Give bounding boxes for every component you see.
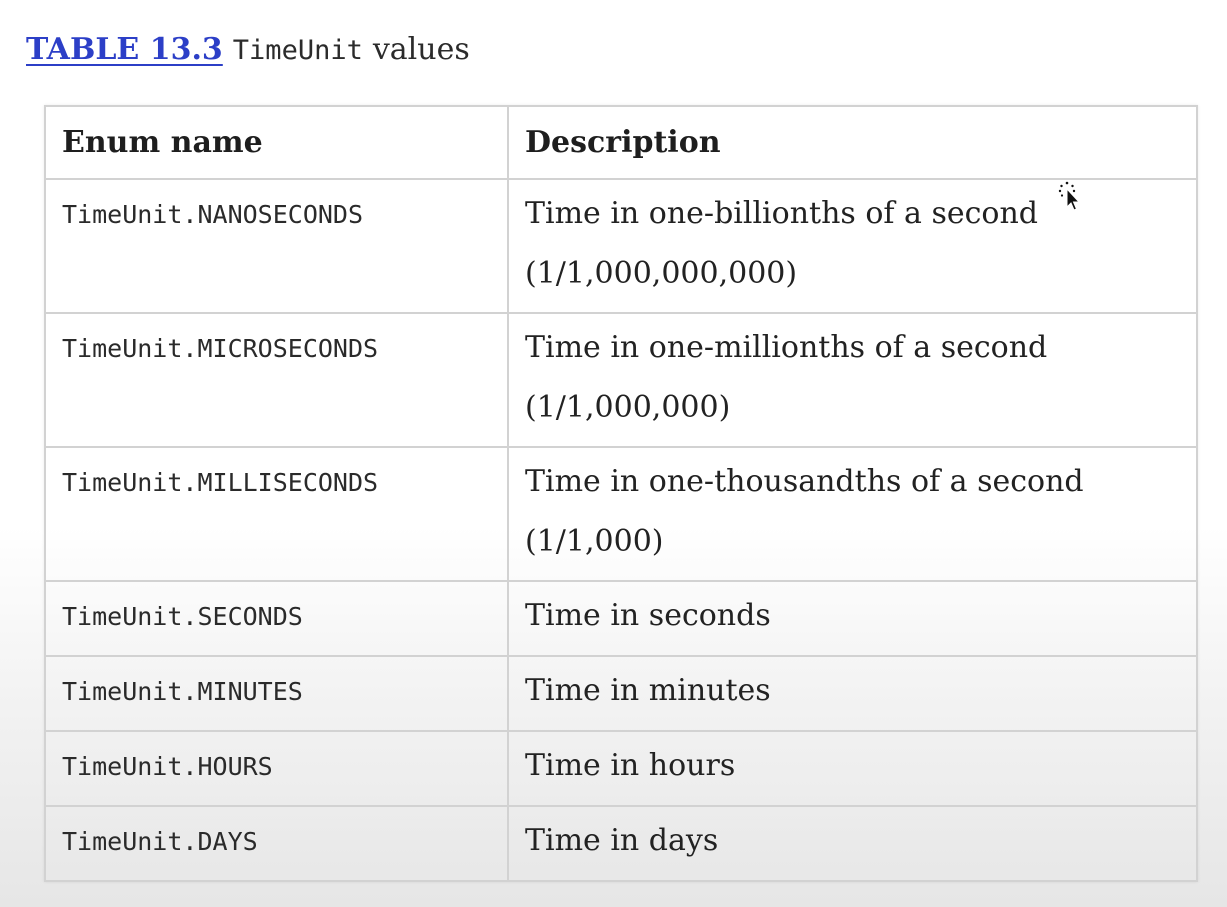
description-line: Time in one-millionths of a second [525, 330, 1048, 365]
table-header-row: Enum name Description [44, 105, 1198, 180]
enum-name-cell: TimeUnit.NANOSECONDS [44, 178, 509, 314]
timeunit-table: Enum name Description TimeUnit.NANOSECON… [44, 105, 1198, 882]
description-cell: Time in hours [507, 730, 1198, 807]
description-line: Time in days [525, 823, 719, 858]
table-row: TimeUnit.MICROSECONDS Time in one-millio… [44, 312, 1198, 448]
table-row: TimeUnit.DAYS Time in days [44, 805, 1198, 882]
description-cell: Time in one-thousandths of a second (1/1… [507, 446, 1198, 582]
description-line: Time in one-billionths of a second [525, 196, 1039, 231]
table-number-link[interactable]: TABLE 13.3 [26, 32, 223, 67]
enum-name-cell: TimeUnit.MICROSECONDS [44, 312, 509, 448]
enum-name-cell: TimeUnit.SECONDS [44, 580, 509, 657]
description-cell: Time in minutes [507, 655, 1198, 732]
table-row: TimeUnit.MILLISECONDS Time in one-thousa… [44, 446, 1198, 582]
enum-name-cell: TimeUnit.MINUTES [44, 655, 509, 732]
description-line: (1/1,000) [525, 524, 664, 559]
table-row: TimeUnit.NANOSECONDS Time in one-billion… [44, 178, 1198, 314]
table-row: TimeUnit.SECONDS Time in seconds [44, 580, 1198, 657]
description-line: Time in minutes [525, 673, 771, 708]
caption-code-term: TimeUnit [232, 35, 363, 66]
description-line: Time in one-thousandths of a second [525, 464, 1084, 499]
caption-text: values [372, 32, 470, 67]
description-line: Time in hours [525, 748, 736, 783]
table-row: TimeUnit.MINUTES Time in minutes [44, 655, 1198, 732]
description-line: Time in seconds [525, 598, 771, 633]
description-cell: Time in seconds [507, 580, 1198, 657]
column-header-enum-name: Enum name [44, 105, 509, 180]
table-caption: TABLE 13.3 TimeUnit values [26, 30, 470, 71]
description-cell: Time in one-millionths of a second (1/1,… [507, 312, 1198, 448]
enum-name-cell: TimeUnit.HOURS [44, 730, 509, 807]
column-header-description: Description [507, 105, 1198, 180]
busy-pointer-icon [1058, 181, 1080, 211]
description-cell: Time in one-billionths of a second (1/1,… [507, 178, 1198, 314]
description-line: (1/1,000,000) [525, 390, 731, 425]
enum-name-cell: TimeUnit.MILLISECONDS [44, 446, 509, 582]
description-cell: Time in days [507, 805, 1198, 882]
table-row: TimeUnit.HOURS Time in hours [44, 730, 1198, 807]
enum-name-cell: TimeUnit.DAYS [44, 805, 509, 882]
description-line: (1/1,000,000,000) [525, 256, 798, 291]
